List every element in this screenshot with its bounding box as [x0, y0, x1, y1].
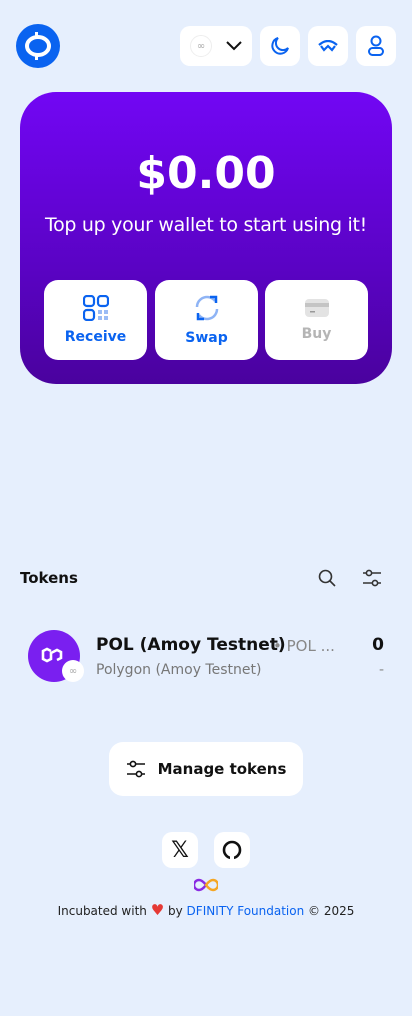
token-symbol: • POL ... [273, 637, 335, 655]
dfinity-infinity-icon [192, 877, 220, 896]
tokens-title: Tokens [20, 569, 78, 587]
search-icon[interactable] [318, 569, 336, 587]
network-selector[interactable]: ∞ [180, 26, 252, 66]
swap-label: Swap [185, 330, 228, 346]
swap-icon [195, 295, 218, 321]
app-logo[interactable] [16, 24, 60, 68]
footer-copyright: © 2025 [308, 904, 355, 918]
token-balance: 0 [372, 635, 384, 655]
balance-message: Top up your wallet to start using it! [45, 214, 367, 236]
balance-amount: $0.00 [136, 148, 276, 199]
footer-prefix: Incubated with [57, 904, 147, 918]
heart-icon: ♥ [150, 901, 165, 919]
profile-button[interactable] [356, 26, 396, 66]
x-twitter-link[interactable]: 𝕏 [162, 832, 198, 868]
qr-code-icon [82, 295, 109, 321]
github-icon [222, 840, 242, 860]
token-usd-value: - [378, 662, 384, 678]
manage-tokens-label: Manage tokens [157, 760, 287, 778]
user-icon [368, 35, 384, 56]
network-badge-icon: ∞ [62, 660, 84, 682]
chain-icon: ∞ [190, 35, 212, 57]
settings-sliders-icon [126, 760, 145, 778]
github-link[interactable] [214, 832, 250, 868]
receive-label: Receive [64, 329, 127, 345]
token-name: POL (Amoy Testnet) [96, 635, 286, 655]
walletconnect-icon [318, 40, 338, 52]
x-icon: 𝕏 [171, 837, 189, 863]
theme-toggle-button[interactable] [260, 26, 300, 66]
chevron-down-icon [226, 41, 242, 51]
walletconnect-button[interactable] [308, 26, 348, 66]
credit-card-icon [304, 299, 329, 317]
token-symbol-text: POL ... [286, 637, 335, 655]
footer-by: by [168, 904, 183, 918]
manage-tokens-button[interactable]: Manage tokens [109, 742, 303, 796]
swap-button[interactable]: Swap [155, 280, 258, 360]
receive-button[interactable]: Receive [44, 280, 147, 360]
buy-label: Buy [301, 326, 332, 342]
moon-icon [271, 37, 289, 55]
token-row-pol[interactable]: ∞ POL (Amoy Testnet) • POL ... Polygon (… [20, 620, 392, 690]
filter-settings-icon[interactable] [362, 568, 382, 588]
token-network: Polygon (Amoy Testnet) [96, 662, 262, 678]
buy-button[interactable]: Buy [265, 280, 368, 360]
footer-text: Incubated with ♥ by DFINITY Foundation ©… [0, 901, 412, 919]
dfinity-link[interactable]: DFINITY Foundation [187, 904, 305, 918]
